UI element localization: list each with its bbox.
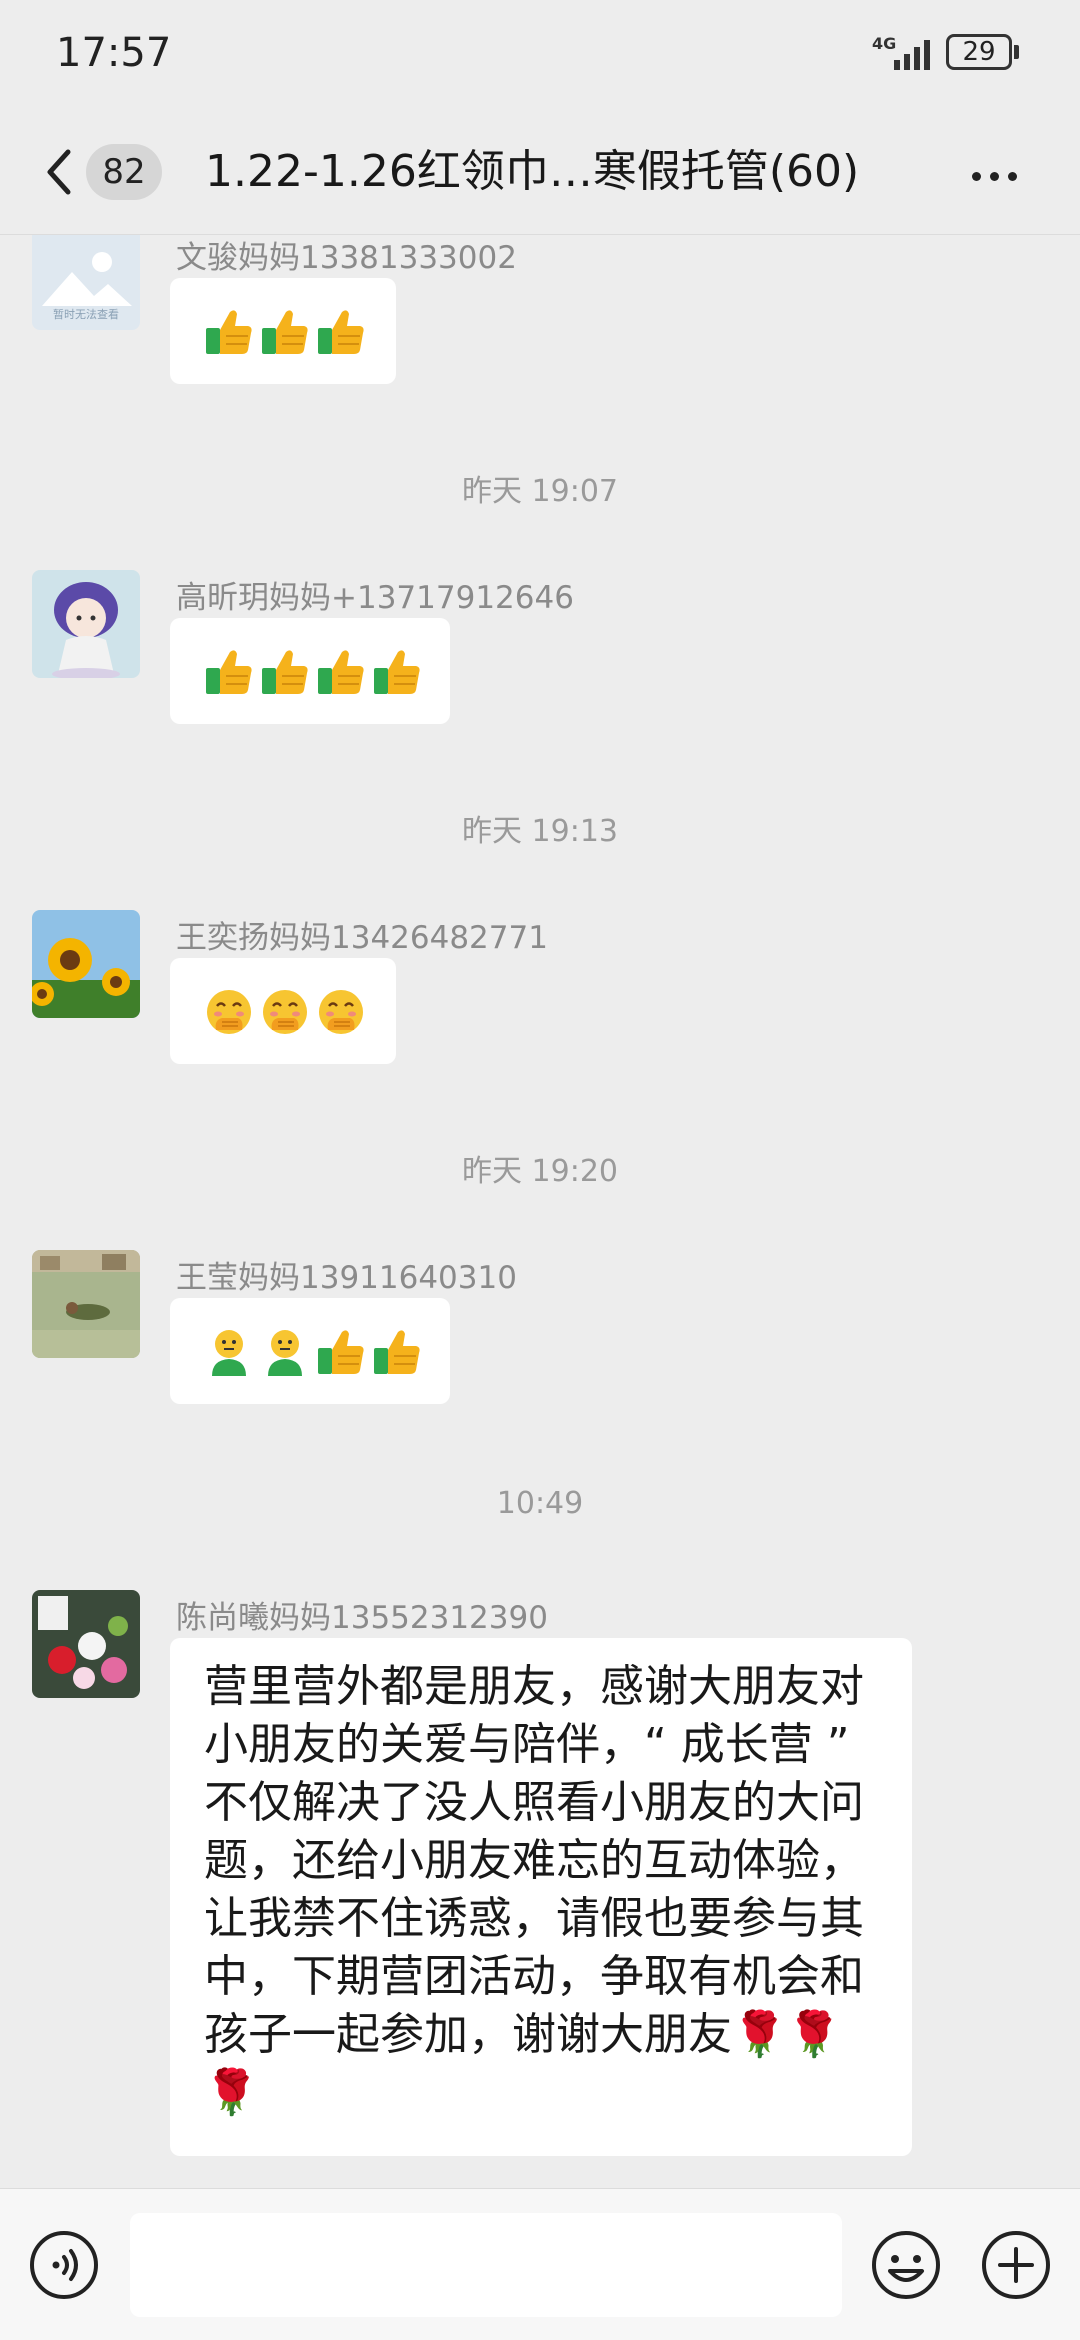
status-time: 17:57 [56,30,172,76]
battery-tip [1014,45,1019,59]
avatar-chenshangxi-mom[interactable] [32,1590,140,1698]
thumbs-up-icon [318,310,364,354]
message-timestamp: 昨天 19:07 [462,474,618,509]
emoji-row [204,1326,428,1378]
thumbs-up-icon [318,1330,364,1374]
image-placeholder-icon: 暂时无法查看 [32,222,140,330]
emoji-row [204,306,372,358]
thumbs-up-icon [318,650,364,694]
avatar-wangying-mom[interactable] [32,1250,140,1358]
status-bar: 17:57 4G 29 [0,0,1080,110]
dot-icon [972,172,981,181]
dot-icon [990,172,999,181]
chat-header: 82 1.22-1.26红领巾…寒假托管(60) [0,110,1080,235]
message-line: 题，还给小朋友难忘的互动体验， [204,1835,864,1886]
message-line: 不仅解决了没人照看小朋友的大问 [204,1777,864,1828]
back-button[interactable] [40,142,80,202]
sender-name: 高昕玥妈妈+13717912646 [176,580,574,616]
more-functions-button[interactable] [980,2229,1052,2301]
sender-name: 陈尚曦妈妈13552312390 [176,1600,548,1636]
girl-avatar-image [32,570,140,678]
message-bubble[interactable]: 营里营外都是朋友，感谢大朋友对 小朋友的关爱与陪伴，“ 成长营 ” 不仅解决了没… [170,1638,912,2156]
thumbs-up-icon [262,310,308,354]
battery-icon: 29 [946,34,1012,70]
message-line: 让我禁不住诱惑，请假也要参与其 [204,1893,864,1944]
sunflower-avatar-image [32,910,140,1018]
message-bubble[interactable] [170,618,450,724]
unread-count-badge[interactable]: 82 [86,144,162,200]
avatar-wangyiyang-mom[interactable] [32,910,140,1018]
message-line: 🌹 [204,2067,259,2118]
thumbs-up-icon [374,650,420,694]
chat-input-bar [0,2188,1080,2340]
hand-over-mouth-face-icon [319,990,363,1034]
message-line: 小朋友的关爱与陪伴，“ 成长营 ” [204,1719,850,1770]
hand-over-mouth-face-icon [207,990,251,1034]
voice-icon [30,2231,98,2299]
message-timestamp: 昨天 19:20 [462,1154,618,1189]
battery-level: 29 [962,37,996,67]
thumbs-up-icon [262,650,308,694]
message-bubble[interactable] [170,958,396,1064]
message-bubble[interactable] [170,1298,450,1404]
avatar-caption: 暂时无法查看 [53,307,119,321]
smiley-face-icon [872,2231,940,2299]
signal-icon: 4G [872,34,936,70]
voice-input-button[interactable] [28,2229,100,2301]
sender-name: 王奕扬妈妈13426482771 [176,920,548,956]
emoji-row [204,646,428,698]
avatar-gaoxinyue-mom[interactable] [32,570,140,678]
message-line: 中，下期营团活动，争取有机会和 [204,1951,864,2002]
message-timestamp: 昨天 19:13 [462,814,618,849]
thumbs-up-icon [206,310,252,354]
message-line: 孩子一起参加，谢谢大朋友🌹🌹 [204,2009,842,2060]
avatar-wenjun-mom[interactable]: 暂时无法查看 [32,222,140,330]
message-bubble[interactable] [170,278,396,384]
sender-name: 王莹妈妈13911640310 [176,1260,517,1296]
emoji-button[interactable] [870,2229,942,2301]
message-timestamp: 10:49 [496,1486,584,1521]
message-text: 营里营外都是朋友，感谢大朋友对 小朋友的关爱与陪伴，“ 成长营 ” 不仅解决了没… [204,1658,894,2122]
plus-circle-icon [982,2231,1050,2299]
thumbs-up-icon [206,650,252,694]
smile-person-icon [212,1330,246,1376]
chevron-left-icon [47,149,71,195]
hand-over-mouth-face-icon [263,990,307,1034]
outdoor-photo-avatar-image [32,1250,140,1358]
dot-icon [1008,172,1017,181]
smile-person-icon [268,1330,302,1376]
thumbs-up-icon [374,1330,420,1374]
chat-title: 1.22-1.26红领巾…寒假托管(60) [205,146,860,197]
message-line: 营里营外都是朋友，感谢大朋友对 [204,1661,864,1712]
flower-bouquet-avatar-image [32,1590,140,1698]
sender-name: 文骏妈妈13381333002 [176,240,517,276]
message-input[interactable] [130,2213,842,2317]
more-options-button[interactable] [972,166,1032,181]
emoji-row [204,986,372,1038]
